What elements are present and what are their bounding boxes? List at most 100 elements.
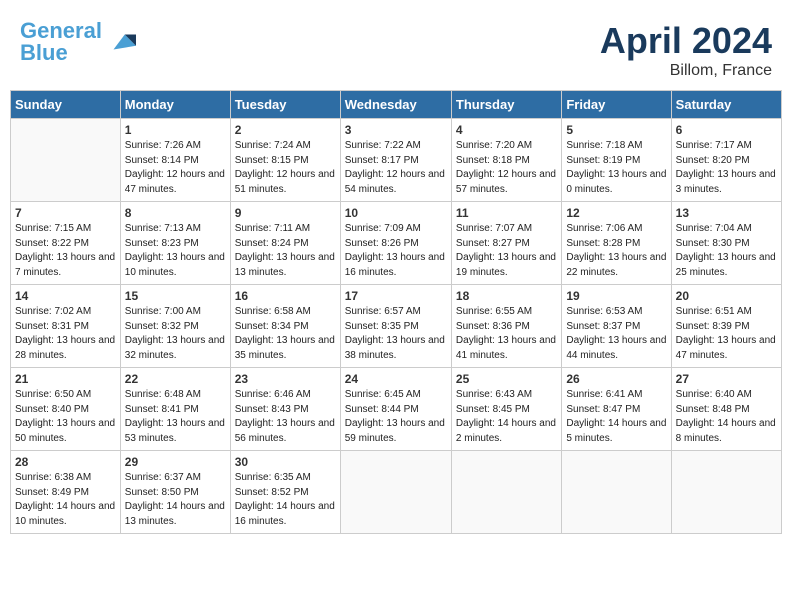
sunrise-text: Sunrise: 6:51 AM	[676, 306, 752, 317]
day-info: Sunrise: 6:43 AMSunset: 8:45 PMDaylight:…	[456, 388, 557, 446]
sunrise-text: Sunrise: 6:50 AM	[15, 389, 91, 400]
day-info: Sunrise: 6:40 AMSunset: 8:48 PMDaylight:…	[676, 388, 777, 446]
day-number: 15	[125, 289, 226, 303]
sunrise-text: Sunrise: 7:20 AM	[456, 140, 532, 151]
day-cell: 13Sunrise: 7:04 AMSunset: 8:30 PMDayligh…	[671, 202, 781, 285]
sunrise-text: Sunrise: 7:09 AM	[345, 223, 421, 234]
day-info: Sunrise: 6:45 AMSunset: 8:44 PMDaylight:…	[345, 388, 447, 446]
day-number: 11	[456, 206, 557, 220]
day-number: 22	[125, 372, 226, 386]
sunrise-text: Sunrise: 6:37 AM	[125, 472, 201, 483]
daylight-text: Daylight: 12 hours and 47 minutes.	[125, 169, 225, 195]
sunset-text: Sunset: 8:50 PM	[125, 487, 199, 498]
day-cell: 24Sunrise: 6:45 AMSunset: 8:44 PMDayligh…	[340, 368, 451, 451]
day-cell: 14Sunrise: 7:02 AMSunset: 8:31 PMDayligh…	[11, 285, 121, 368]
daylight-text: Daylight: 13 hours and 13 minutes.	[235, 252, 335, 278]
day-cell: 18Sunrise: 6:55 AMSunset: 8:36 PMDayligh…	[451, 285, 561, 368]
sunset-text: Sunset: 8:36 PM	[456, 321, 530, 332]
daylight-text: Daylight: 12 hours and 51 minutes.	[235, 169, 335, 195]
sunrise-text: Sunrise: 6:57 AM	[345, 306, 421, 317]
day-number: 17	[345, 289, 447, 303]
day-info: Sunrise: 7:06 AMSunset: 8:28 PMDaylight:…	[566, 222, 666, 280]
sunset-text: Sunset: 8:26 PM	[345, 238, 419, 249]
day-cell: 6 Sunrise: 7:17 AMSunset: 8:20 PMDaylight…	[671, 119, 781, 202]
day-cell: 27Sunrise: 6:40 AMSunset: 8:48 PMDayligh…	[671, 368, 781, 451]
title-block: April 2024 Billom, France	[600, 20, 772, 80]
logo-icon	[106, 27, 136, 57]
day-number: 28	[15, 455, 116, 469]
day-info: Sunrise: 7:18 AMSunset: 8:19 PMDaylight:…	[566, 139, 666, 197]
sunset-text: Sunset: 8:20 PM	[676, 155, 750, 166]
day-info: Sunrise: 6:58 AM Sunset: 8:34 PM Daylight:…	[235, 305, 336, 363]
sunset-text: Sunset: 8:19 PM	[566, 155, 640, 166]
day-number: 25	[456, 372, 557, 386]
sunrise-text: Sunrise: 6:58 AM	[235, 306, 311, 317]
sunset-text: Sunset: 8:34 PM	[235, 321, 309, 332]
daylight-text: Daylight: 13 hours and 32 minutes.	[125, 335, 225, 361]
week-row-2: 14Sunrise: 7:02 AMSunset: 8:31 PMDayligh…	[11, 285, 782, 368]
daylight-text: Daylight: 14 hours and 16 minutes.	[235, 501, 335, 527]
week-row-0: 1Sunrise: 7:26 AMSunset: 8:14 PMDaylight…	[11, 119, 782, 202]
sunrise-text: Sunrise: 6:41 AM	[566, 389, 642, 400]
day-cell: 25 Sunrise: 6:43 AMSunset: 8:45 PMDayligh…	[451, 368, 561, 451]
day-cell: 26Sunrise: 6:41 AMSunset: 8:47 PMDayligh…	[562, 368, 671, 451]
sunrise-text: Sunrise: 7:02 AM	[15, 306, 91, 317]
daylight-text: Daylight: 14 hours and 5 minutes.	[566, 418, 666, 444]
day-cell: 2Sunrise: 7:24 AMSunset: 8:15 PMDaylight…	[230, 119, 340, 202]
daylight-text: Daylight: 13 hours and 44 minutes.	[566, 335, 666, 361]
sunset-text: Sunset: 8:49 PM	[15, 487, 89, 498]
sunrise-text: Sunrise: 7:22 AM	[345, 140, 421, 151]
sunset-text: Sunset: 8:35 PM	[345, 321, 419, 332]
day-number: 13	[676, 206, 777, 220]
daylight-text: Daylight: 13 hours and 41 minutes.	[456, 335, 556, 361]
sunset-text: Sunset: 8:15 PM	[235, 155, 309, 166]
col-header-wednesday: Wednesday	[340, 91, 451, 119]
sunset-text: Sunset: 8:28 PM	[566, 238, 640, 249]
sunset-text: Sunset: 8:27 PM	[456, 238, 530, 249]
sunset-text: Sunset: 8:24 PM	[235, 238, 309, 249]
day-cell: 15Sunrise: 7:00 AMSunset: 8:32 PMDayligh…	[120, 285, 230, 368]
day-cell: 20Sunrise: 6:51 AMSunset: 8:39 PMDayligh…	[671, 285, 781, 368]
col-header-thursday: Thursday	[451, 91, 561, 119]
day-info: Sunrise: 6:35 AMSunset: 8:52 PMDaylight:…	[235, 471, 336, 529]
daylight-text: Daylight: 13 hours and 38 minutes.	[345, 335, 445, 361]
day-cell: 9Sunrise: 7:11 AMSunset: 8:24 PMDaylight…	[230, 202, 340, 285]
day-cell: 16Sunrise: 6:58 AMSunset: 8:34 PMDayligh…	[230, 285, 340, 368]
day-info: Sunrise: 6:46 AMSunset: 8:43 PMDaylight:…	[235, 388, 336, 446]
week-row-1: 7Sunrise: 7:15 AMSunset: 8:22 PMDaylight…	[11, 202, 782, 285]
day-number: 23	[235, 372, 336, 386]
day-number: 6	[676, 123, 777, 137]
day-number: 12	[566, 206, 666, 220]
day-cell: 1Sunrise: 7:26 AMSunset: 8:14 PMDaylight…	[120, 119, 230, 202]
day-number: 7	[15, 206, 116, 220]
day-cell: 11Sunrise: 7:07 AMSunset: 8:27 PMDayligh…	[451, 202, 561, 285]
day-info: Sunrise: 6:55 AMSunset: 8:36 PMDaylight:…	[456, 305, 557, 363]
page-header: General Blue April 2024 Billom, France	[10, 10, 782, 85]
col-header-friday: Friday	[562, 91, 671, 119]
sunrise-text: Sunrise: 7:07 AM	[456, 223, 532, 234]
sunrise-text: Sunrise: 7:13 AM	[125, 223, 201, 234]
day-number: 9	[235, 206, 336, 220]
sunset-text: Sunset: 8:22 PM	[15, 238, 89, 249]
day-cell: 21Sunrise: 6:50 AMSunset: 8:40 PMDayligh…	[11, 368, 121, 451]
day-cell	[340, 451, 451, 534]
day-number: 5	[566, 123, 666, 137]
day-info: Sunrise: 7:17 AMSunset: 8:20 PMDaylight:…	[676, 139, 777, 197]
day-number: 21	[15, 372, 116, 386]
sunset-text: Sunset: 8:17 PM	[345, 155, 419, 166]
sunset-text: Sunset: 8:23 PM	[125, 238, 199, 249]
daylight-text: Daylight: 14 hours and 2 minutes.	[456, 418, 556, 444]
month-year: April 2024	[600, 20, 772, 62]
day-info: Sunrise: 6:53 AMSunset: 8:37 PMDaylight:…	[566, 305, 666, 363]
sunrise-text: Sunrise: 7:26 AM	[125, 140, 201, 151]
day-cell: 3Sunrise: 7:22 AMSunset: 8:17 PMDaylight…	[340, 119, 451, 202]
daylight-text: Daylight: 13 hours and 47 minutes.	[676, 335, 776, 361]
day-cell: 4Sunrise: 7:20 AMSunset: 8:18 PMDaylight…	[451, 119, 561, 202]
day-cell: 10Sunrise: 7:09 AMSunset: 8:26 PMDayligh…	[340, 202, 451, 285]
day-cell: 8Sunrise: 7:13 AMSunset: 8:23 PMDaylight…	[120, 202, 230, 285]
day-number: 8	[125, 206, 226, 220]
sunset-text: Sunset: 8:41 PM	[125, 404, 199, 415]
day-info: Sunrise: 6:37 AMSunset: 8:50 PMDaylight:…	[125, 471, 226, 529]
day-info: Sunrise: 7:24 AMSunset: 8:15 PMDaylight:…	[235, 139, 336, 197]
daylight-text: Daylight: 13 hours and 35 minutes.	[235, 335, 335, 361]
